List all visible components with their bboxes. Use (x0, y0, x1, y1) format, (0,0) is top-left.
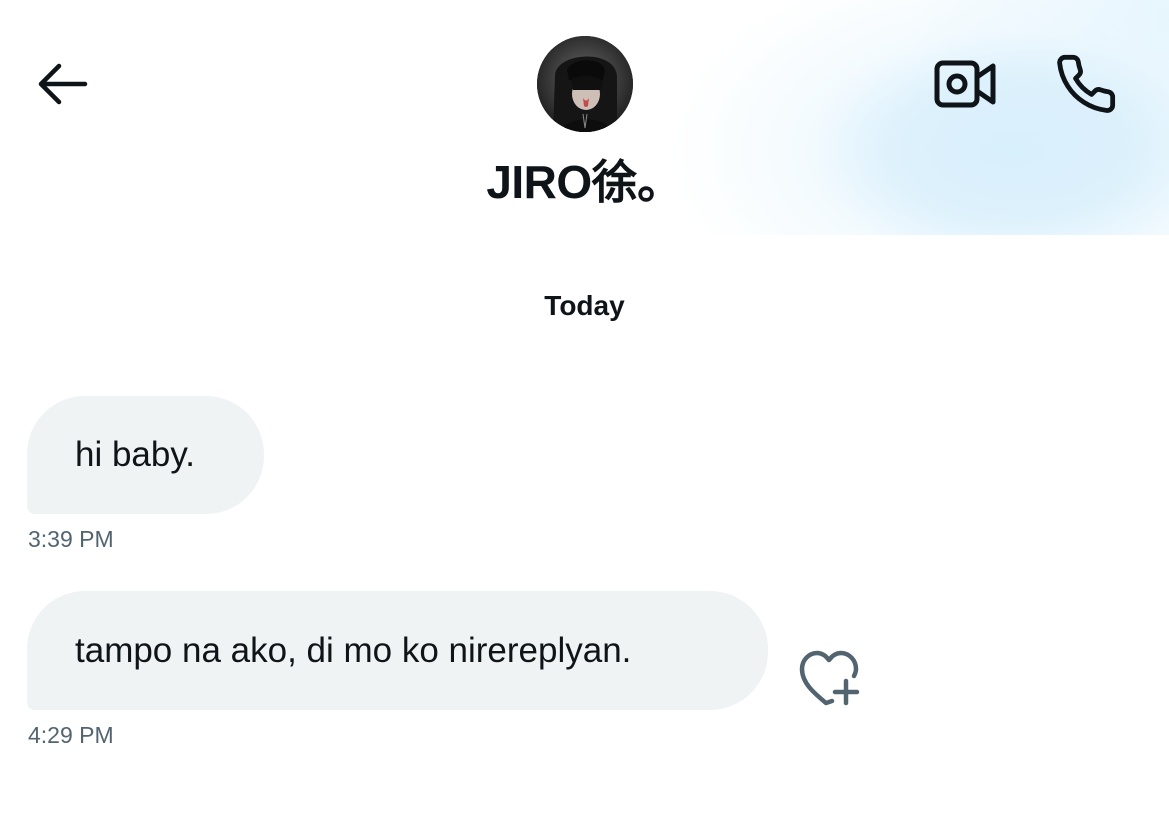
message-timestamp: 3:39 PM (28, 526, 114, 552)
avatar[interactable] (537, 36, 633, 132)
phone-icon (1057, 54, 1116, 113)
message-bubble[interactable]: tampo na ako, di mo ko nirereplyan. (27, 591, 768, 710)
back-button[interactable] (28, 54, 94, 114)
message-timestamp: 4:29 PM (28, 722, 114, 748)
heart-add-icon (799, 650, 860, 706)
video-call-button[interactable] (930, 52, 1002, 116)
message-bubble[interactable]: hi baby. (27, 396, 264, 514)
message-text: hi baby. (75, 435, 195, 474)
voice-call-button[interactable] (1050, 48, 1122, 120)
date-separator: Today (544, 290, 625, 321)
add-reaction-button[interactable] (794, 646, 864, 708)
avatar-image (537, 36, 633, 132)
contact-name[interactable]: JIRO徐。 (0, 150, 1169, 214)
arrow-left-icon (38, 63, 88, 105)
video-call-icon (934, 60, 996, 108)
conversation-header: JIRO徐。 (0, 0, 1169, 235)
message-text: tampo na ako, di mo ko nirereplyan. (75, 630, 632, 670)
